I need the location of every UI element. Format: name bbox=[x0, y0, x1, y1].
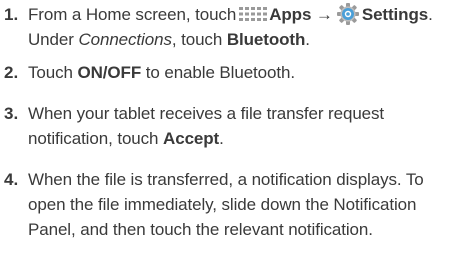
step-number: 4. bbox=[4, 170, 19, 189]
step-2: 2. Touch ON/OFF to enable Bluetooth. bbox=[0, 60, 472, 85]
text-segment: . bbox=[428, 5, 433, 24]
step-line: Panel, and then touch the relevant notif… bbox=[28, 220, 373, 239]
accept-label: Accept bbox=[163, 129, 220, 148]
step-line: Under Connections, touch Bluetooth. bbox=[28, 27, 468, 52]
text-segment: to enable Bluetooth. bbox=[141, 63, 295, 82]
step-3: 3. When your tablet receives a file tran… bbox=[0, 101, 472, 151]
step-number: 3. bbox=[4, 104, 19, 123]
section-name: Connections bbox=[78, 30, 172, 49]
step-1: 1. From a Home screen, touch Apps → Sett… bbox=[0, 2, 472, 52]
step-line: When the file is transferred, a notifica… bbox=[28, 170, 424, 189]
step-line: Touch ON/OFF to enable Bluetooth. bbox=[28, 60, 468, 85]
settings-label: Settings bbox=[361, 5, 429, 24]
text-segment: . bbox=[219, 129, 224, 148]
step-line: open the file immediately, slide down th… bbox=[28, 195, 417, 214]
step-text: When the file is transferred, a notifica… bbox=[28, 167, 468, 242]
apps-label: Apps → bbox=[269, 5, 333, 24]
step-text: From a Home screen, touch Apps → Setting… bbox=[28, 2, 468, 52]
text-segment: notification, touch bbox=[28, 129, 164, 148]
step-text: Touch ON/OFF to enable Bluetooth. bbox=[28, 60, 468, 85]
text-segment: Touch bbox=[28, 63, 78, 82]
apps-grid-icon bbox=[239, 7, 268, 21]
step-number: 2. bbox=[4, 63, 19, 82]
text-segment: Under bbox=[28, 30, 79, 49]
step-line: When your tablet receives a file transfe… bbox=[28, 104, 385, 123]
instruction-steps: 1. From a Home screen, touch Apps → Sett… bbox=[0, 0, 472, 256]
text-segment: . bbox=[305, 30, 310, 49]
settings-gear-icon bbox=[336, 3, 359, 25]
step-line: From a Home screen, touch Apps → Setting… bbox=[28, 2, 468, 27]
bluetooth-label: Bluetooth bbox=[226, 30, 306, 49]
step-text: When your tablet receives a file transfe… bbox=[28, 101, 468, 151]
text-segment: , touch bbox=[171, 30, 227, 49]
text-segment: From a Home screen, touch bbox=[28, 5, 237, 24]
step-line: notification, touch Accept. bbox=[28, 126, 468, 151]
on-off-label: ON/OFF bbox=[77, 63, 142, 82]
step-number: 1. bbox=[4, 5, 19, 24]
step-4: 4. When the file is transferred, a notif… bbox=[0, 167, 472, 242]
